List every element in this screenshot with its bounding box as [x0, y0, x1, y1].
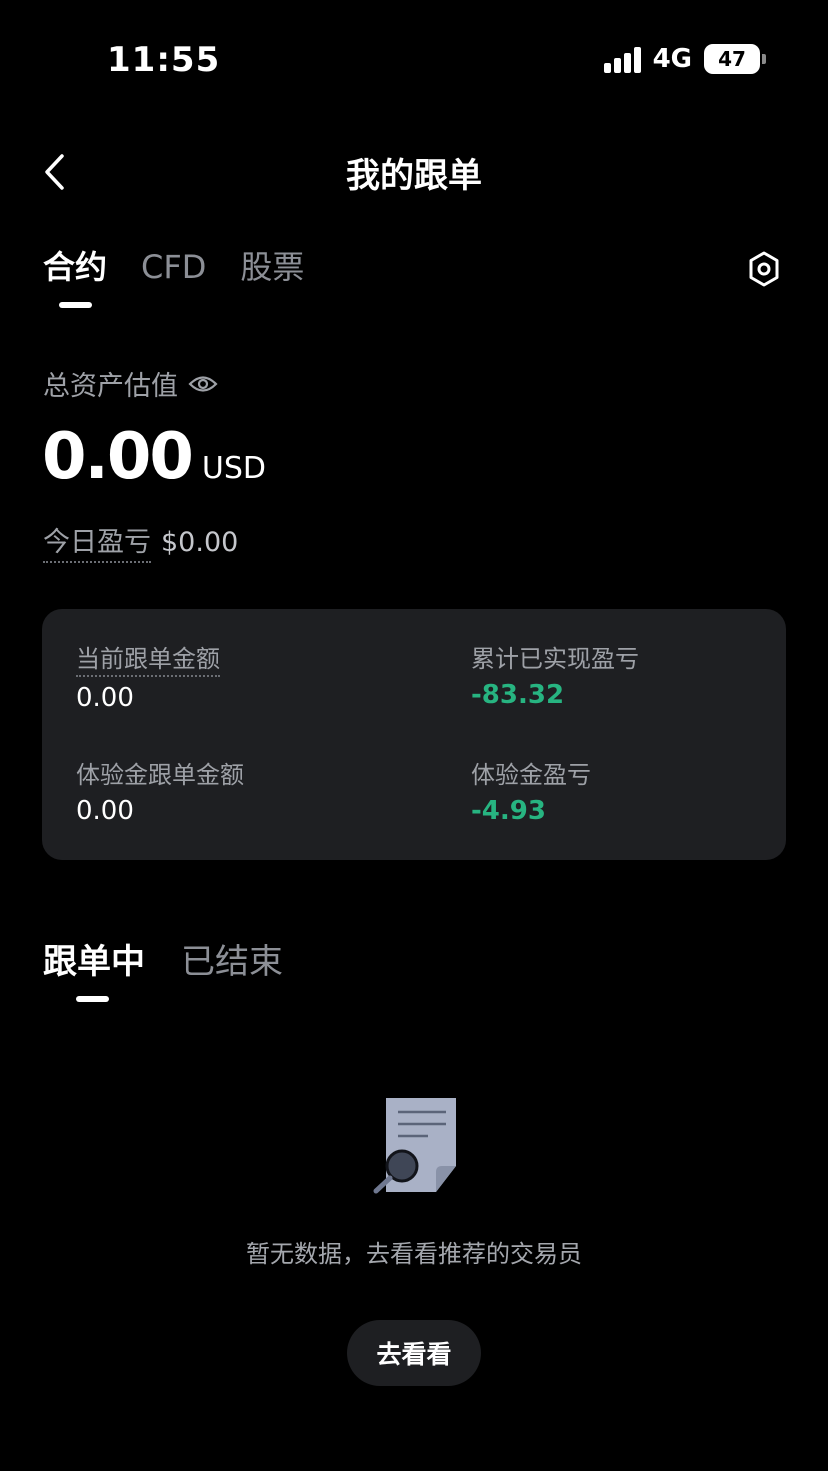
- trial-pnl-value: -4.93: [471, 796, 546, 826]
- eye-icon[interactable]: [188, 373, 218, 395]
- realized-pnl-value: -83.32: [471, 680, 565, 710]
- page-title: 我的跟单: [346, 156, 482, 196]
- trial-amount-label: 体验金跟单金额: [76, 761, 244, 789]
- trial-pnl-stat: 体验金盈亏 -4.93: [471, 755, 591, 826]
- today-pnl-value: $0.00: [161, 527, 239, 558]
- go-see-button[interactable]: 去看看: [347, 1320, 481, 1386]
- summary-card: 当前跟单金额 0.00 累计已实现盈亏 -83.32 体验金跟单金额 0.00 …: [42, 609, 786, 860]
- assets-value: 0.00: [42, 420, 194, 494]
- current-amount-value: 0.00: [76, 683, 134, 713]
- trial-amount-stat: 体验金跟单金额 0.00: [76, 755, 244, 826]
- battery-icon: 47: [704, 44, 766, 74]
- tab-contract[interactable]: 合约: [43, 242, 107, 288]
- current-amount-stat: 当前跟单金额 0.00: [76, 639, 220, 713]
- assets-value-row: 0.00 USD: [42, 420, 266, 494]
- today-pnl-label[interactable]: 今日盈亏: [43, 520, 151, 563]
- assets-unit: USD: [201, 451, 267, 486]
- tab-stocks[interactable]: 股票: [240, 242, 304, 288]
- trial-amount-value: 0.00: [76, 796, 134, 826]
- status-indicators: 4G 47: [603, 44, 766, 74]
- network-label: 4G: [652, 44, 692, 74]
- settings-icon[interactable]: [746, 250, 782, 288]
- bottom-tabs: 跟单中 已结束: [43, 934, 283, 983]
- signal-icon: [603, 45, 641, 73]
- trial-pnl-label: 体验金盈亏: [471, 761, 591, 789]
- document-search-icon: [373, 1098, 456, 1194]
- battery-level: 47: [718, 47, 746, 71]
- empty-state-text: 暂无数据，去看看推荐的交易员: [246, 1240, 582, 1268]
- tab-ended[interactable]: 已结束: [181, 934, 283, 983]
- current-amount-label[interactable]: 当前跟单金额: [76, 639, 220, 677]
- status-time: 11:55: [107, 40, 221, 80]
- assets-label: 总资产估值: [43, 371, 178, 402]
- today-pnl-row: 今日盈亏 $0.00: [43, 520, 238, 563]
- top-tab-indicator: [59, 302, 92, 308]
- tab-cfd[interactable]: CFD: [141, 248, 206, 286]
- realized-pnl-stat: 累计已实现盈亏 -83.32: [471, 639, 639, 710]
- tab-following[interactable]: 跟单中: [43, 934, 145, 983]
- realized-pnl-label: 累计已实现盈亏: [471, 645, 639, 673]
- top-tabs: 合约 CFD 股票: [43, 242, 304, 288]
- bottom-tab-indicator: [76, 996, 109, 1002]
- assets-label-row: 总资产估值: [43, 364, 218, 403]
